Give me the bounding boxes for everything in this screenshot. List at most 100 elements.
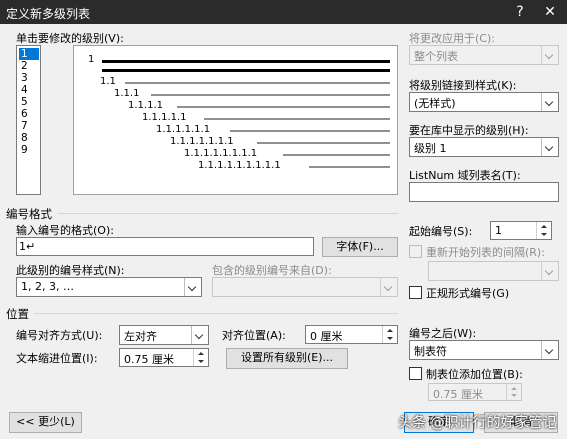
less-button[interactable]: << 更少(L) [9,412,82,433]
font-button[interactable]: 字体(F)... [322,237,398,257]
number-style-dropdown[interactable]: 1, 2, 3, … [16,277,202,297]
apply-to-value: 整个列表 [414,50,458,63]
preview-line-level-1-continued [102,69,390,72]
help-button[interactable]: ? [509,2,531,22]
indent-spinner[interactable]: 0.75 厘米 [119,348,209,367]
title-bar: 定义新多级列表 ? ✕ [0,0,567,24]
indent-value: 0.75 厘米 [124,353,174,366]
tab-stop-spinner[interactable]: 0.75 厘米 [428,383,522,401]
legal-style-checkbox[interactable] [409,286,422,299]
spin-up-icon[interactable] [506,384,521,392]
include-level-label: 包含的级别编号来自(D): [212,264,332,277]
align-at-label: 对齐位置(A): [222,329,286,342]
spin-down-icon[interactable] [506,392,521,400]
preview-label-level-3: 1.1.1 [114,88,140,99]
restart-checkbox[interactable] [409,245,422,258]
apply-to-dropdown[interactable]: 整个列表 [409,45,559,65]
format-input[interactable]: 1↵ [16,237,314,256]
chevron-down-icon [380,278,397,296]
level-item-3[interactable]: 3 [19,72,39,84]
preview-line-level-9 [309,166,390,168]
close-icon[interactable]: ✕ [539,2,561,22]
spin-up-icon[interactable] [193,349,208,358]
preview-label-level-7: 1.1.1.1.1.1.1 [170,136,234,147]
spin-up-icon[interactable] [536,222,551,231]
start-at-spinner[interactable]: 1 [490,221,552,240]
listnum-input[interactable] [409,182,559,202]
group-divider [58,213,398,214]
level-item-9[interactable]: 9 [19,144,39,156]
follow-number-value: 制表符 [414,345,447,358]
apply-to-label: 将更改应用于(C): [409,32,495,45]
preview-line-level-3 [151,94,390,96]
tab-stop-checkbox[interactable] [409,367,422,380]
link-style-dropdown[interactable]: (无样式) [409,92,559,112]
gallery-level-value: 级别 1 [414,142,447,155]
include-level-dropdown[interactable] [212,277,398,297]
list-preview: 1 1.1 1.1.1 1.1.1.1 1.1.1.1.1 1.1.1.1.1.1 1.1.… [73,45,398,195]
preview-label-level-5: 1.1.1.1.1 [142,112,187,123]
style-label: 此级别的编号样式(N): [16,264,125,277]
listnum-label: ListNum 域列表名(T): [409,169,521,182]
level-select-label: 单击要修改的级别(V): [16,32,124,45]
preview-label-level-6: 1.1.1.1.1.1 [156,124,211,135]
position-group-label: 位置 [6,307,29,321]
link-style-label: 将级别链接到样式(K): [409,79,517,92]
chevron-down-icon [184,278,201,296]
spin-up-icon[interactable] [382,326,397,335]
align-at-spinner[interactable]: 0 厘米 [305,325,398,344]
set-all-levels-button[interactable]: 设置所有级别(E)... [226,348,348,369]
group-divider [34,313,398,314]
link-style-value: (无样式) [414,97,456,110]
level-item-5[interactable]: 5 [19,96,39,108]
tab-stop-label: 制表位添加位置(B): [426,368,523,381]
level-item-7[interactable]: 7 [19,120,39,132]
preview-line-level-7 [256,142,390,144]
spin-down-icon[interactable] [536,230,551,239]
preview-line-level-6 [230,130,390,132]
chevron-down-icon [541,341,558,359]
preview-line-level-5 [203,118,390,120]
chevron-down-icon [541,93,558,111]
number-style-value: 1, 2, 3, … [21,280,74,293]
preview-line-level-8 [283,154,390,156]
legal-style-label: 正规形式编号(G) [426,287,510,300]
preview-line-level-1 [102,60,390,63]
level-item-1[interactable]: 1 [19,48,39,60]
start-at-value: 1 [495,224,502,237]
level-item-8[interactable]: 8 [19,132,39,144]
level-item-4[interactable]: 4 [19,84,39,96]
align-value: 左对齐 [124,330,157,343]
watermark: 头条 @职计行的好家管记 [398,415,557,431]
follow-number-label: 编号之后(W): [409,327,477,340]
gallery-level-dropdown[interactable]: 级别 1 [409,137,559,157]
preview-line-level-2 [124,82,390,84]
level-listbox[interactable]: 123456789 [16,45,41,195]
window-title: 定义新多级列表 [6,7,91,21]
restart-label: 重新开始列表的间隔(R): [426,246,545,259]
preview-label-level-1: 1 [88,54,95,65]
spin-down-icon[interactable] [193,357,208,366]
start-at-label: 起始编号(S): [409,225,473,238]
indent-label: 文本缩进位置(I): [16,352,98,365]
tab-stop-value: 0.75 厘米 [433,388,483,401]
follow-number-dropdown[interactable]: 制表符 [409,340,559,360]
gallery-level-label: 要在库中显示的级别(H): [409,124,529,137]
chevron-down-icon [541,46,558,64]
chevron-down-icon [191,326,208,344]
format-value: 1↵ [19,240,36,253]
restart-dropdown[interactable] [428,261,559,281]
align-label: 编号对齐方式(U): [16,329,103,342]
preview-label-level-8: 1.1.1.1.1.1.1.1 [184,148,258,159]
level-item-2[interactable]: 2 [19,60,39,72]
chevron-down-icon [541,262,558,280]
format-label: 输入编号的格式(O): [16,224,114,237]
level-item-6[interactable]: 6 [19,108,39,120]
preview-label-level-4: 1.1.1.1 [128,100,163,111]
number-format-group-label: 编号格式 [6,207,52,221]
chevron-down-icon [541,138,558,156]
preview-line-level-4 [177,106,390,108]
preview-label-level-2: 1.1 [100,76,116,87]
spin-down-icon[interactable] [382,334,397,343]
align-dropdown[interactable]: 左对齐 [119,325,209,345]
